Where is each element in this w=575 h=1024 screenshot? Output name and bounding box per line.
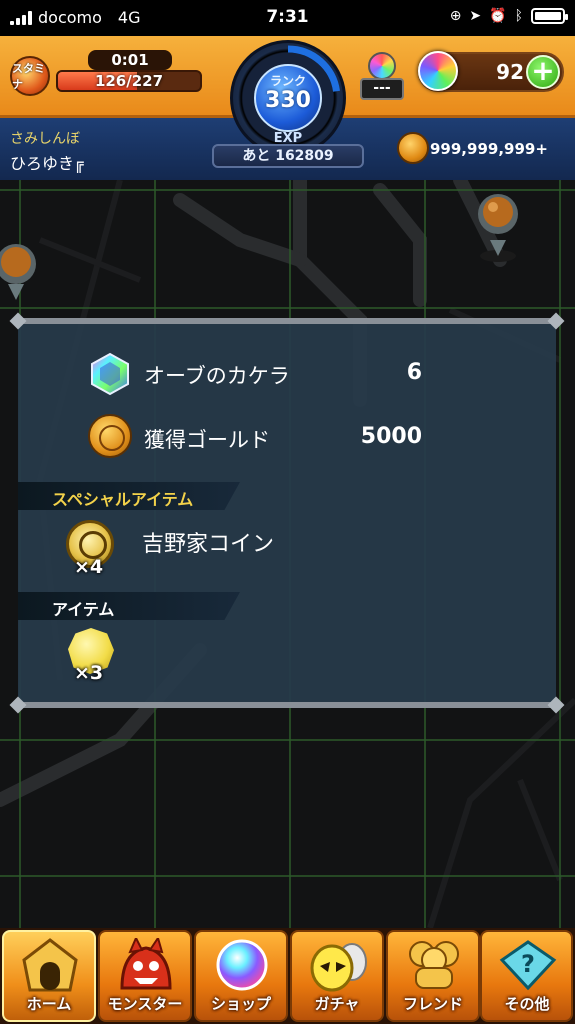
nav-label: ショップ — [210, 995, 271, 1013]
stamina-value: 126/227 — [94, 72, 164, 90]
reward-label: オーブのカケラ — [144, 364, 290, 388]
nav-friend[interactable]: フレンド — [386, 930, 480, 1022]
status-icons: ⊕ ➤ ⏰ ᛒ — [449, 8, 568, 24]
battery-icon — [531, 8, 568, 24]
map-marker-icon[interactable] — [478, 194, 518, 262]
nav-home[interactable]: ホーム — [2, 930, 96, 1022]
reward-row-orb-fragment: オーブのカケラ 6 — [18, 350, 556, 398]
nav-label: その他 — [504, 995, 550, 1013]
nav-label: ガチャ — [314, 995, 360, 1013]
item-quantity: ×4 — [74, 556, 104, 578]
rainbow-gem-icon — [91, 352, 129, 396]
special-item-section-header: スペシャルアイテム — [18, 482, 240, 510]
reward-value: 5000 — [360, 424, 422, 449]
orb-icon — [418, 51, 458, 91]
rank-badge[interactable]: ランク 330 — [254, 64, 322, 132]
cup-value: --- — [360, 78, 404, 100]
special-item-row[interactable]: ×4 吉野家コイン — [18, 516, 556, 580]
result-panel: オーブのカケラ 6 獲得ゴールド 5000 スペシャルアイテム ×4 吉野家コイ… — [9, 318, 565, 714]
nav-monster[interactable]: モンスター — [98, 930, 192, 1022]
exp-remaining: あと 162809 — [212, 144, 364, 168]
add-orb-button[interactable]: + — [526, 55, 560, 89]
item-section-header: アイテム — [18, 592, 240, 620]
svg-text:?: ? — [521, 950, 535, 978]
status-bar: docomo 4G 7:31 ⊕ ➤ ⏰ ᛒ — [0, 0, 575, 36]
gacha-egg-icon — [310, 943, 367, 992]
gold-value: 999,999,999+ — [430, 140, 548, 158]
home-icon — [22, 938, 78, 992]
nav-gacha[interactable]: ガチャ — [290, 930, 384, 1022]
user-subtitle: さみしんぼ — [10, 131, 80, 147]
item-quantity: ×3 — [74, 662, 104, 684]
rank-label: ランク — [269, 74, 306, 88]
section-title: スペシャルアイテム — [52, 490, 194, 509]
stamina-gauge[interactable]: 0:01 126/227 — [56, 50, 202, 92]
section-title: アイテム — [52, 600, 115, 619]
map-marker-icon[interactable] — [0, 244, 36, 300]
gold-coin-icon — [88, 414, 132, 458]
rotation-lock-icon: ⊕ — [449, 8, 462, 24]
nav-label: フレンド — [402, 995, 463, 1013]
nav-label: ホーム — [26, 995, 72, 1013]
alarm-icon: ⏰ — [489, 8, 507, 24]
orb-count: 92 — [496, 60, 524, 84]
reward-label: 獲得ゴールド — [144, 428, 270, 452]
friend-icon — [409, 941, 459, 989]
cup-item-button[interactable]: --- — [360, 46, 404, 100]
nav-shop[interactable]: ショップ — [194, 930, 288, 1022]
stamina-icon[interactable]: スタミナ — [10, 56, 50, 96]
shop-orb-icon — [216, 939, 268, 991]
other-icon: ? — [499, 940, 557, 991]
location-icon: ➤ — [469, 8, 482, 24]
reward-value: 6 — [406, 360, 422, 385]
nav-other[interactable]: ? その他 — [480, 930, 573, 1022]
monster-icon — [120, 938, 172, 990]
item-row[interactable]: ×3 — [18, 626, 556, 690]
bluetooth-icon: ᛒ — [514, 8, 523, 24]
item-name: 吉野家コイン — [142, 532, 275, 557]
nav-label: モンスター — [107, 995, 183, 1013]
bottom-navigation: ホーム モンスター ショップ ガチャ フレンド ? その他 — [0, 928, 575, 1024]
cup-orb-icon — [368, 52, 396, 80]
user-name[interactable]: ひろゆき╔ — [10, 150, 84, 174]
reward-row-gold: 獲得ゴールド 5000 — [18, 414, 556, 462]
stamina-label: スタミナ — [12, 62, 45, 91]
rank-value: 330 — [265, 88, 311, 113]
gold-coin-icon — [397, 132, 429, 164]
stamina-timer: 0:01 — [88, 50, 172, 70]
